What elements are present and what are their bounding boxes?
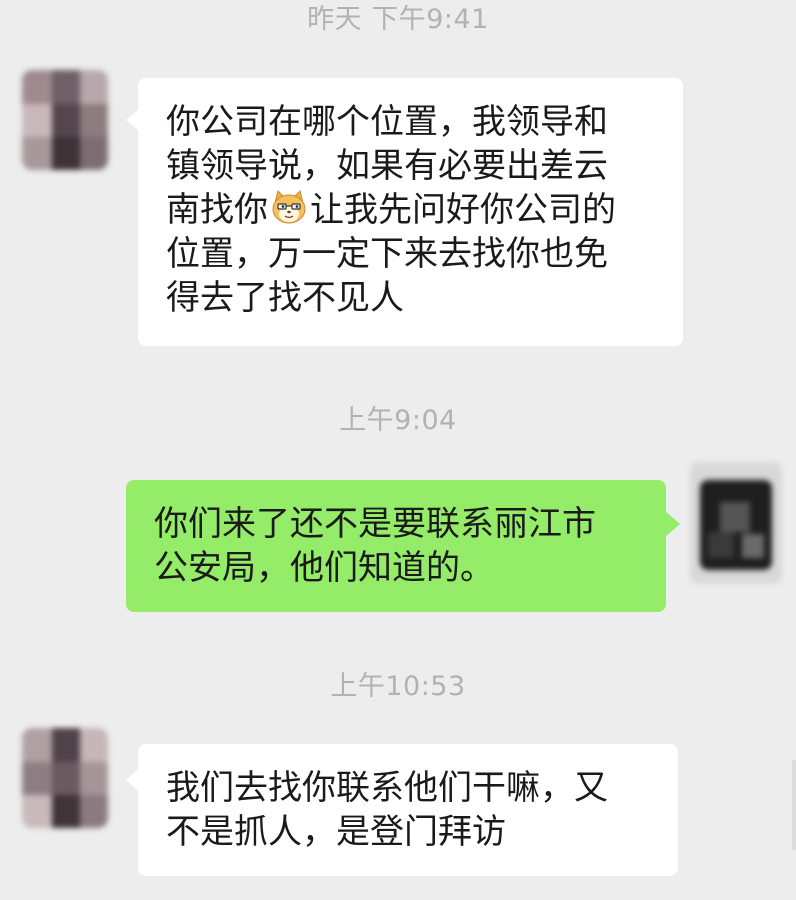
self-avatar[interactable] — [690, 462, 782, 584]
chat-conversation: 昨天 下午9:41 你公司在哪个位置，我领导和 镇领导说，如果有必要出差云 南找… — [0, 0, 796, 900]
bubble-tail — [666, 512, 680, 536]
message-text-line: 你公司在哪个位置，我领导和 — [166, 102, 608, 142]
outgoing-message-bubble[interactable]: 你们来了还不是要联系丽江市 公安局，他们知道的。 — [126, 480, 666, 612]
incoming-message-bubble[interactable]: 我们去找你联系他们干嘛，又 不是抓人，是登门拜访 — [138, 744, 678, 876]
message-text-segment: 南找你 — [166, 190, 268, 230]
cat-face-emoji — [269, 189, 309, 225]
message-text-line: 你们来了还不是要联系丽江市 — [154, 504, 596, 544]
incoming-message-bubble[interactable]: 你公司在哪个位置，我领导和 镇领导说，如果有必要出差云 南找你 让我先问好你公司… — [138, 78, 683, 346]
message-text-line: 我们去找你联系他们干嘛，又 — [166, 768, 608, 808]
message-text-segment: 让我先问好你公司的 — [310, 190, 616, 230]
message-text-line: 位置，万一定下来去找你也免 — [166, 234, 608, 274]
message-text-line: 得去了找不见人 — [166, 278, 404, 318]
timestamp: 上午9:04 — [339, 405, 457, 436]
timestamp: 昨天 下午9:41 — [307, 4, 489, 35]
contact-avatar[interactable] — [22, 728, 108, 828]
contact-avatar[interactable] — [22, 70, 108, 170]
message-text-line: 南找你 让我先问好你公司的 — [166, 188, 683, 232]
message-text-line: 镇领导说，如果有必要出差云 — [166, 146, 608, 186]
timestamp: 上午10:53 — [330, 671, 466, 702]
scrollbar-track[interactable] — [792, 760, 796, 850]
message-text-line: 公安局，他们知道的。 — [154, 548, 494, 588]
message-text-line: 不是抓人，是登门拜访 — [166, 812, 506, 852]
